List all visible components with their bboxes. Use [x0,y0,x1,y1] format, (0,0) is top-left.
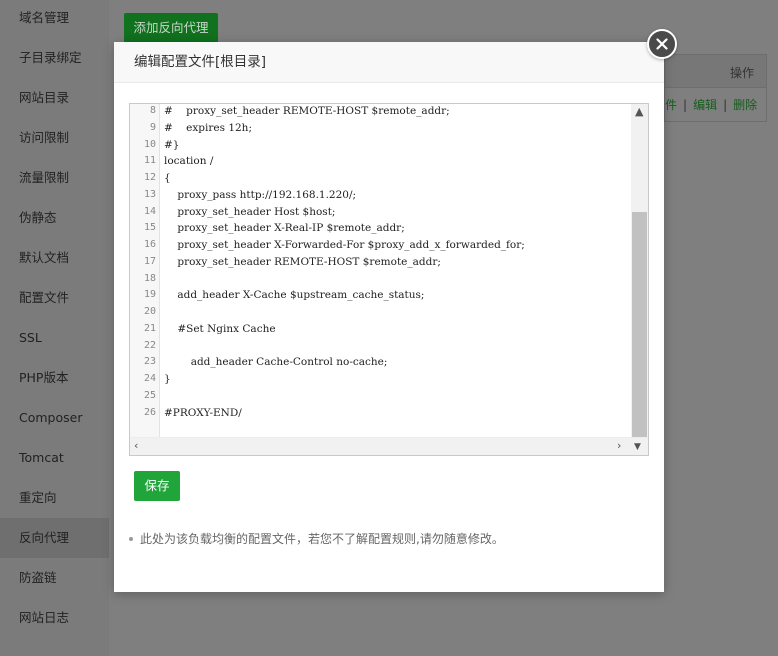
line-number: 25 [143,389,156,401]
line-number: 12 [143,172,156,183]
line-text[interactable]: proxy_set_header Host $host; [164,204,335,221]
config-warning-note: 此处为该负载均衡的配置文件，若您不了解配置规则,请勿随意修改。 [129,530,504,547]
edit-link[interactable]: 编辑 [693,98,717,112]
separator: | [723,98,728,112]
sidebar-item-default-doc[interactable]: 默认文档 [0,238,109,278]
close-icon [656,38,668,50]
sidebar-item-reverse-proxy[interactable]: 反向代理 [0,518,109,558]
scroll-down-icon[interactable]: ▼ [634,441,641,453]
sidebar-item-domain[interactable]: 域名管理 [0,0,109,38]
line-number: 14 [143,205,156,217]
line-text[interactable]: add_header Cache-Control no-cache; [164,354,388,371]
scroll-left-icon[interactable]: ‹ [134,440,138,452]
line-number: 13 [143,188,156,200]
line-text[interactable]: # expires 12h; [164,120,252,137]
line-number: 24 [143,373,156,384]
line-text[interactable]: proxy_set_header X-Forwarded-For $proxy_… [164,237,524,254]
close-dialog-button[interactable] [647,29,677,59]
line-text[interactable]: add_header X-Cache $upstream_cache_statu… [164,287,424,304]
table-header: 操作 [664,54,767,88]
line-number: 22 [143,339,156,351]
line-text[interactable]: # proxy_set_header REMOTE-HOST $remote_a… [164,104,450,120]
line-text[interactable]: { [164,170,171,187]
sidebar-item-subdir[interactable]: 子目录绑定 [0,38,109,78]
line-number: 8 [149,105,156,116]
line-number: 9 [149,121,156,133]
line-text[interactable]: } [164,371,171,388]
line-text[interactable]: #} [164,137,179,154]
sidebar-item-tomcat[interactable]: Tomcat [0,438,109,478]
line-text[interactable]: #PROXY-END/ [164,405,242,422]
table-row: 件 | 编辑 | 删除 [664,88,767,122]
sidebar: 域名管理 子目录绑定 网站目录 访问限制 流量限制 伪静态 默认文档 配置文件 … [0,0,109,656]
operation-column-header: 操作 [729,66,754,80]
vertical-scroll-thumb[interactable] [632,212,647,439]
sidebar-item-rewrite[interactable]: 伪静态 [0,198,109,238]
scroll-right-icon[interactable]: › [617,440,621,452]
line-number: 17 [143,255,156,267]
config-file-link[interactable]: 件 [665,98,677,112]
line-text[interactable]: proxy_set_header REMOTE-HOST $remote_add… [164,254,441,271]
sidebar-item-logs[interactable]: 网站日志 [0,598,109,638]
save-button[interactable]: 保存 [134,471,180,501]
edit-config-dialog: 编辑配置文件[根目录] 8 # proxy_set_header REMOTE-H… [114,42,664,592]
line-number: 18 [143,272,156,284]
line-number: 16 [143,239,156,250]
vertical-scrollbar[interactable]: ▲ [631,104,648,439]
scroll-up-icon[interactable]: ▲ [635,106,643,118]
line-text[interactable]: proxy_pass http://192.168.1.220/; [164,187,356,204]
sidebar-item-access[interactable]: 访问限制 [0,118,109,158]
sidebar-item-site-dir[interactable]: 网站目录 [0,78,109,118]
line-number: 10 [143,138,156,150]
sidebar-item-config[interactable]: 配置文件 [0,278,109,318]
line-text[interactable]: proxy_set_header X-Real-IP $remote_addr; [164,220,404,237]
sidebar-item-hotlink[interactable]: 防盗链 [0,558,109,598]
line-text[interactable]: #Set Nginx Cache [164,321,275,338]
code-editor[interactable]: 8 # proxy_set_header REMOTE-HOST $remote_… [129,103,649,456]
delete-link[interactable]: 删除 [733,98,757,112]
line-number: 21 [143,322,156,334]
note-text: 此处为该负载均衡的配置文件，若您不了解配置规则,请勿随意修改。 [140,532,504,546]
line-number: 23 [143,356,156,368]
sidebar-item-traffic[interactable]: 流量限制 [0,158,109,198]
line-text[interactable]: location / [164,153,213,170]
add-reverse-proxy-button[interactable]: 添加反向代理 [124,13,218,43]
dialog-title: 编辑配置文件[根目录] [114,42,664,83]
line-number: 26 [143,406,156,418]
sidebar-item-ssl[interactable]: SSL [0,318,109,358]
sidebar-item-redirect[interactable]: 重定向 [0,478,109,518]
line-number: 15 [143,222,156,234]
line-number: 11 [143,155,156,167]
line-number: 19 [143,289,156,301]
horizontal-scrollbar[interactable]: ‹ › ▼ [130,437,648,455]
bullet-icon [129,536,133,541]
sidebar-item-composer[interactable]: Composer [0,398,109,438]
separator: | [683,98,688,112]
line-number: 20 [143,306,156,317]
sidebar-item-php[interactable]: PHP版本 [0,358,109,398]
